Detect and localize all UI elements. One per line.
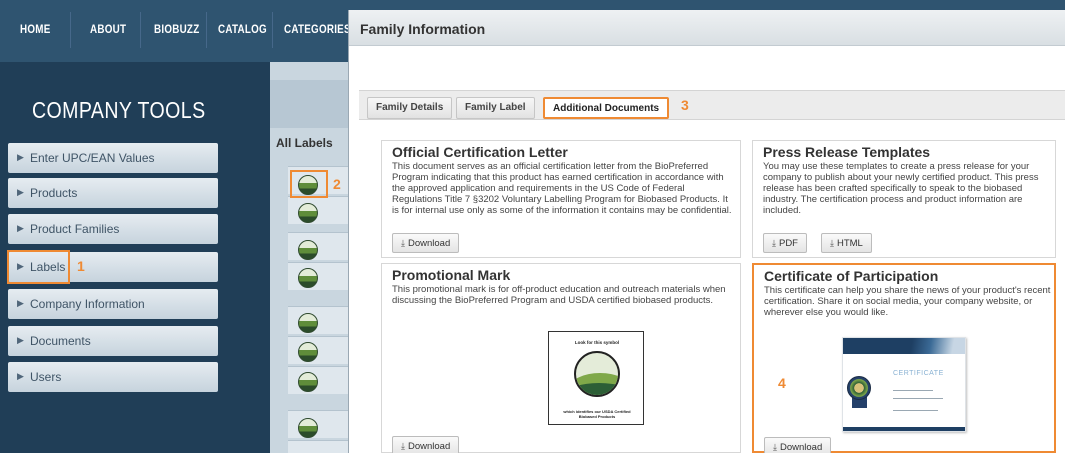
- sidebar-item-label: Enter UPC/EAN Values: [30, 151, 155, 165]
- press-release-html-button[interactable]: ⤓ HTML: [821, 233, 872, 253]
- caret-right-icon: ▶: [17, 152, 24, 162]
- modal-tab-bar: Family Details Family Label Additional D…: [359, 90, 1065, 120]
- tab-family-label[interactable]: Family Label: [456, 97, 535, 119]
- sidebar-item-products[interactable]: ▶ Products: [8, 178, 218, 208]
- download-icon: ⤓: [772, 238, 776, 248]
- certificate-text-line: [893, 410, 938, 411]
- sidebar-item-label: Product Families: [30, 222, 120, 236]
- card-description: This certificate can help you share the …: [764, 285, 1051, 318]
- sidebar-item-documents[interactable]: ▶ Documents: [8, 326, 218, 356]
- card-description: This document serves as an official cert…: [392, 161, 732, 216]
- modal-header: Family Information: [349, 10, 1065, 46]
- sidebar-item-product-families[interactable]: ▶ Product Families: [8, 214, 218, 244]
- sidebar-item-label: Company Information: [30, 297, 145, 311]
- card-title: Certificate of Participation: [764, 268, 939, 284]
- press-release-pdf-button[interactable]: ⤓ PDF: [763, 233, 807, 253]
- caret-right-icon: ▶: [17, 223, 24, 233]
- modal-title: Family Information: [360, 21, 486, 37]
- sidebar-item-users[interactable]: ▶ Users: [8, 362, 218, 392]
- nav-divider: [70, 12, 71, 48]
- labels-list-header-bg: [270, 80, 350, 128]
- sidebar-item-label: Products: [30, 186, 78, 200]
- nav-home[interactable]: HOME: [20, 22, 51, 36]
- sidebar-item-label: Documents: [30, 334, 91, 348]
- sidebar-title: COMPANY TOOLS: [32, 97, 206, 123]
- logo-hill-dark: [576, 383, 618, 395]
- nav-catalog[interactable]: CATALOG: [218, 22, 267, 36]
- button-label: PDF: [778, 238, 798, 249]
- caret-right-icon: ▶: [17, 335, 24, 345]
- certification-letter-download-button[interactable]: ⤓ Download: [392, 233, 460, 253]
- card-description: You may use these templates to create a …: [763, 161, 1039, 216]
- card-title: Promotional Mark: [392, 267, 511, 283]
- certificate-header-stripe: [843, 338, 965, 354]
- callout-number: 1: [77, 258, 85, 274]
- nav-divider: [140, 12, 141, 48]
- nav-divider: [272, 12, 273, 48]
- sidebar-item-enter-upc[interactable]: ▶ Enter UPC/EAN Values: [8, 143, 218, 173]
- nav-divider: [206, 12, 207, 48]
- certificate-heading: CERTIFICATE: [893, 370, 944, 377]
- caret-right-icon: ▶: [17, 371, 24, 381]
- tab-family-details[interactable]: Family Details: [367, 97, 453, 119]
- caret-right-icon: ▶: [17, 187, 24, 197]
- label-row[interactable]: [288, 410, 350, 438]
- label-thumbnail-icon[interactable]: [298, 313, 318, 333]
- certificate-seal-icon: [847, 376, 871, 400]
- download-icon: ⤓: [830, 238, 834, 248]
- callout-highlight-label-thumbnail: [290, 170, 328, 198]
- label-thumbnail-icon[interactable]: [298, 418, 318, 438]
- certificate-preview-image: CERTIFICATE: [842, 337, 966, 432]
- card-description: This promotional mark is for off-product…: [392, 284, 726, 306]
- promotional-mark-top-text: Look for this symbol: [574, 340, 620, 345]
- card-press-release-templates: Press Release Templates You may use thes…: [752, 140, 1056, 258]
- callout-number: 4: [778, 375, 786, 391]
- label-thumbnail-icon[interactable]: [298, 203, 318, 223]
- biopreferred-logo-icon: [574, 351, 620, 397]
- label-thumbnail-icon[interactable]: [298, 240, 318, 260]
- promotional-mark-image: Look for this symbol which identifies ou…: [548, 331, 644, 425]
- callout-number: 3: [681, 97, 689, 113]
- tab-additional-documents[interactable]: Additional Documents: [543, 97, 670, 119]
- promotional-mark-bottom-text: which identifies our USDA Certified Biob…: [563, 409, 631, 419]
- certificate-text-line: [893, 390, 933, 391]
- card-certificate-of-participation: Certificate of Participation This certif…: [752, 263, 1056, 453]
- certificate-text-line: [893, 398, 943, 399]
- family-information-modal: Family Information Family Details Family…: [348, 10, 1065, 453]
- nav-biobuzz[interactable]: BIOBUZZ: [154, 22, 199, 36]
- label-thumbnail-icon[interactable]: [298, 268, 318, 288]
- label-thumbnail-icon[interactable]: [298, 342, 318, 362]
- nav-categories[interactable]: CATEGORIES: [284, 22, 351, 36]
- sidebar-item-label: Users: [30, 370, 62, 384]
- labels-list-header: All Labels: [276, 136, 333, 150]
- card-title: Official Certification Letter: [392, 144, 568, 160]
- nav-about[interactable]: ABOUT: [90, 22, 126, 36]
- sidebar-item-company-information[interactable]: ▶ Company Information: [8, 289, 218, 319]
- button-label: Download: [779, 442, 823, 453]
- card-certification-letter: Official Certification Letter This docum…: [381, 140, 741, 258]
- label-row[interactable]: [288, 440, 350, 453]
- button-label: Download: [407, 238, 451, 249]
- card-title: Press Release Templates: [763, 144, 931, 160]
- download-icon: ⤓: [401, 441, 405, 451]
- caret-right-icon: ▶: [17, 298, 24, 308]
- download-icon: ⤓: [401, 238, 405, 248]
- download-icon: ⤓: [773, 442, 777, 452]
- certificate-download-button[interactable]: ⤓ Download: [764, 437, 832, 453]
- callout-number: 2: [333, 176, 341, 192]
- promotional-mark-download-button[interactable]: ⤓ Download: [392, 436, 460, 453]
- button-label: HTML: [836, 238, 863, 249]
- card-promotional-mark: Promotional Mark This promotional mark i…: [381, 263, 741, 453]
- button-label: Download: [407, 441, 451, 452]
- label-thumbnail-icon[interactable]: [298, 372, 318, 392]
- label-row[interactable]: [288, 232, 350, 260]
- callout-highlight-labels: [7, 250, 70, 284]
- certificate-footer-stripe: [843, 427, 965, 431]
